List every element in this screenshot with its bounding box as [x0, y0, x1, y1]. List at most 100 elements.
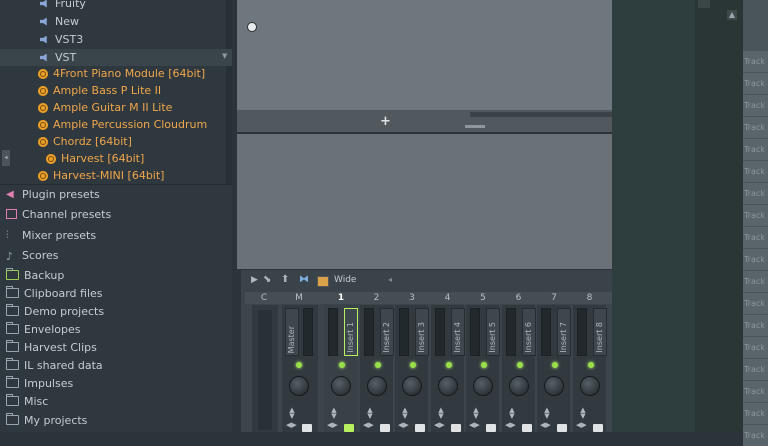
insert-enable-led[interactable] [552, 362, 558, 368]
record-icon[interactable] [247, 22, 257, 32]
insert-arrows-icon[interactable]: ▲ ▼ [437, 407, 445, 420]
browser-item[interactable]: Fruity [0, 0, 232, 12]
browser-category[interactable]: ◀ Plugin presets [0, 185, 232, 203]
browser-category[interactable]: Demo projects [0, 302, 232, 320]
insert-arrows-icon[interactable]: ▲ ▼ [366, 407, 374, 420]
insert-fader[interactable] [415, 424, 425, 432]
insert-pan-knob[interactable] [544, 376, 564, 396]
mixer-layout-dropdown-icon[interactable]: ◂ [388, 275, 392, 284]
browser-category[interactable]: Clipboard files [0, 284, 232, 302]
insert-enable-led[interactable] [481, 362, 487, 368]
master-pan-knob[interactable] [289, 376, 309, 396]
mixer-layout-icon[interactable] [317, 276, 329, 287]
insert-pan-knob[interactable] [438, 376, 458, 396]
browser-category[interactable]: IL shared data [0, 356, 232, 374]
insert-fader[interactable] [344, 424, 354, 432]
browser-item[interactable]: VST [0, 49, 232, 66]
channel-number[interactable]: 8 [573, 292, 607, 304]
track-header[interactable]: Track [743, 380, 768, 402]
insert-fader[interactable] [522, 424, 532, 432]
insert-enable-led[interactable] [446, 362, 452, 368]
track-header[interactable]: Track [743, 94, 768, 116]
browser-collapse-icon[interactable]: ◂ [2, 150, 10, 166]
channel-number[interactable]: 1 [324, 292, 358, 304]
plugin-item[interactable]: Ample Percussion Cloudrum [0, 116, 232, 133]
insert-enable-led[interactable] [339, 362, 345, 368]
track-header[interactable]: Track [743, 182, 768, 204]
browser-item[interactable]: New [0, 13, 232, 30]
mixer-route-icon[interactable]: ⧓ [299, 274, 309, 285]
browser-category[interactable]: Harvest Clips [0, 338, 232, 356]
master-enable-led[interactable] [296, 362, 302, 368]
track-header[interactable]: Track [743, 358, 768, 380]
mixer-arrow-icon[interactable]: ▶ [251, 275, 258, 285]
browser-category[interactable]: ⫶ Mixer presets [0, 226, 232, 244]
browser-category[interactable]: Channel presets [0, 205, 232, 223]
browser-category[interactable]: My projects [0, 411, 232, 429]
browser-category[interactable]: ♪ Scores [0, 246, 232, 264]
insert-fader[interactable] [380, 424, 390, 432]
insert-enable-led[interactable] [410, 362, 416, 368]
track-header[interactable]: Track [743, 204, 768, 226]
track-header[interactable]: Track [743, 248, 768, 270]
horizontal-scroll-thumb[interactable] [465, 125, 485, 128]
mixer-up-icon[interactable]: ⬆ [281, 274, 289, 285]
insert-arrows-icon[interactable]: ▲ ▼ [401, 407, 409, 420]
browser-item[interactable]: VST3 [0, 31, 232, 48]
vst-expand-icon[interactable]: ▼ [222, 52, 227, 60]
track-header[interactable]: Track [743, 50, 768, 72]
track-header[interactable]: Track [743, 336, 768, 358]
channel-number[interactable]: 4 [431, 292, 465, 304]
master-fader[interactable] [302, 424, 312, 432]
insert-fader[interactable] [451, 424, 461, 432]
browser-category[interactable]: Misc [0, 392, 232, 410]
insert-pan-knob[interactable] [580, 376, 600, 396]
insert-pan-knob[interactable] [331, 376, 351, 396]
playlist-corner-button[interactable] [698, 0, 710, 8]
track-header[interactable]: Track [743, 270, 768, 292]
channel-number[interactable]: 5 [466, 292, 500, 304]
plugin-item[interactable]: Chordz [64bit] [0, 133, 232, 150]
mixer-layout-label[interactable]: Wide [334, 275, 356, 285]
insert-enable-led[interactable] [375, 362, 381, 368]
insert-pan-knob[interactable] [402, 376, 422, 396]
track-header[interactable]: Track [743, 314, 768, 336]
track-header[interactable]: Track [743, 72, 768, 94]
track-header[interactable]: Track [743, 138, 768, 160]
track-header[interactable]: Track [743, 116, 768, 138]
track-header[interactable]: Track [743, 226, 768, 248]
plugin-item[interactable]: Harvest [64bit] [0, 150, 232, 167]
insert-pan-knob[interactable] [473, 376, 493, 396]
browser-category[interactable]: Backup [0, 266, 232, 284]
browser-category[interactable]: Impulses [0, 374, 232, 392]
plugin-item[interactable]: Harvest-MINI [64bit] [0, 167, 232, 184]
insert-enable-led[interactable] [517, 362, 523, 368]
insert-arrows-icon[interactable]: ▲ ▼ [543, 407, 551, 420]
plugin-item[interactable]: 4Front Piano Module [64bit] [0, 65, 232, 82]
plugin-item[interactable]: Ample Bass P Lite II [0, 82, 232, 99]
insert-pan-knob[interactable] [367, 376, 387, 396]
channel-number[interactable]: 6 [502, 292, 536, 304]
insert-fader[interactable] [557, 424, 567, 432]
channel-number[interactable]: 7 [537, 292, 571, 304]
playlist-scroll-up-icon[interactable]: ▲ [727, 10, 737, 20]
insert-fader[interactable] [593, 424, 603, 432]
insert-arrows-icon[interactable]: ▲ ▼ [508, 407, 516, 420]
track-header[interactable]: Track [743, 424, 768, 446]
track-header[interactable]: Track [743, 402, 768, 424]
insert-arrows-icon[interactable]: ▲ ▼ [330, 407, 338, 420]
insert-arrows-icon[interactable]: ▲ ▼ [472, 407, 480, 420]
plugin-item[interactable]: Ample Guitar M II Lite [0, 99, 232, 116]
channel-number[interactable]: 2 [360, 292, 394, 304]
add-channel-button[interactable]: + [380, 114, 391, 129]
master-arrows-icon[interactable]: ▲ ▼ [288, 407, 296, 420]
track-header[interactable]: Track [743, 160, 768, 182]
insert-fader[interactable] [486, 424, 496, 432]
browser-category[interactable]: Envelopes [0, 320, 232, 338]
insert-pan-knob[interactable] [509, 376, 529, 396]
track-header[interactable]: Track [743, 292, 768, 314]
mixer-disk-icon[interactable]: ⬊ [263, 274, 271, 285]
channel-number[interactable]: 3 [395, 292, 429, 304]
insert-enable-led[interactable] [588, 362, 594, 368]
insert-arrows-icon[interactable]: ▲ ▼ [579, 407, 587, 420]
